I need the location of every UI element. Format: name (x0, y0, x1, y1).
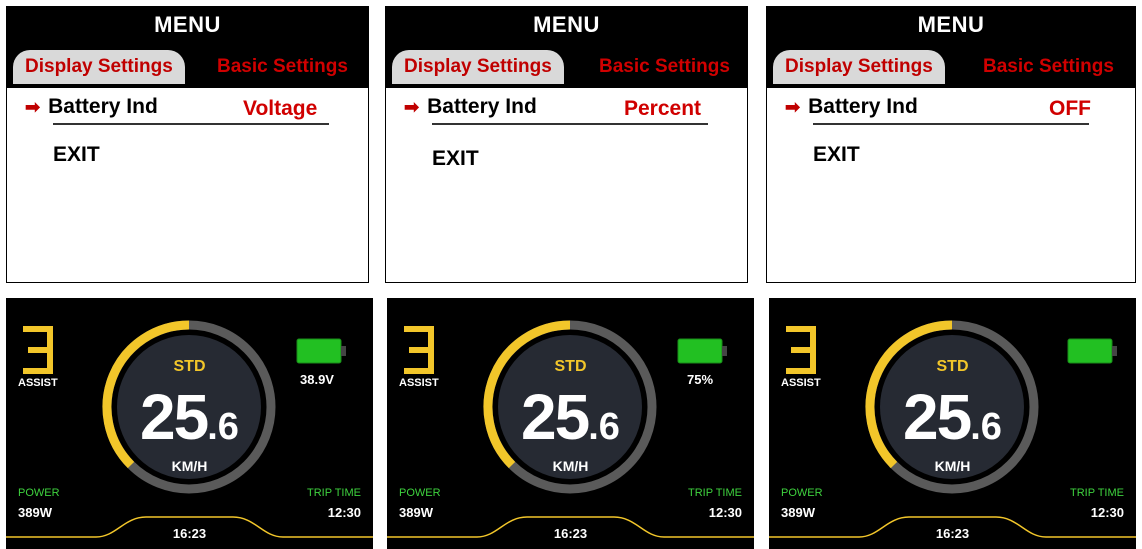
right-arrow-icon: ➡ (785, 97, 801, 117)
power-label: POWER (399, 487, 441, 499)
menu-title: MENU (917, 12, 985, 37)
battery-value: 38.9V (300, 372, 334, 387)
battery-ind-label: Battery Ind (808, 95, 918, 118)
battery-icon (1067, 338, 1117, 364)
battery-ind-label: Battery Ind (48, 95, 158, 118)
tab-display-settings[interactable]: Display Settings (392, 50, 564, 84)
power-label: POWER (781, 487, 823, 499)
row-divider (813, 123, 1089, 125)
speed-integer: 25 (140, 381, 209, 453)
dashboard-voltage: ASSIST STD 25.6 KM/H 38.9V POWER 389W TR… (6, 298, 373, 549)
clock: 16:23 (172, 526, 207, 541)
speed-unit: KM/H (552, 458, 589, 474)
row-divider (53, 123, 329, 125)
tab-display-settings[interactable]: Display Settings (13, 50, 185, 84)
tab-basic-settings[interactable]: Basic Settings (599, 50, 730, 84)
menu-item-battery-ind[interactable]: ➡ Battery Ind (404, 95, 537, 119)
speed-decimal: .6 (970, 406, 1002, 448)
speed-integer: 25 (521, 381, 590, 453)
menu-panel-off: MENU Display Settings Basic Settings ➡ Ba… (766, 6, 1136, 283)
tab-display-settings[interactable]: Display Settings (773, 50, 945, 84)
tab-basic-settings[interactable]: Basic Settings (983, 50, 1114, 84)
speed-integer: 25 (903, 381, 972, 453)
speed-decimal: .6 (207, 406, 239, 448)
dashboard-off: ASSIST STD 25.6 KM/H POWER 389W TRIP TIM… (769, 298, 1136, 549)
battery-icon (296, 338, 346, 364)
trip-time-label: TRIP TIME (307, 487, 361, 499)
menu-item-exit[interactable]: EXIT (432, 147, 479, 171)
menu-item-exit[interactable]: EXIT (813, 143, 860, 167)
speed-readout: 25.6 (769, 380, 1136, 454)
right-arrow-icon: ➡ (25, 97, 41, 117)
battery-ind-value[interactable]: OFF (1049, 97, 1091, 121)
speed-readout: 25.6 (387, 380, 754, 454)
menu-item-battery-ind[interactable]: ➡ Battery Ind (25, 95, 158, 119)
tab-basic-settings[interactable]: Basic Settings (217, 50, 348, 84)
battery-ind-label: Battery Ind (427, 95, 537, 118)
power-label: POWER (18, 487, 60, 499)
clock: 16:23 (935, 526, 970, 541)
dashboard-percent: ASSIST STD 25.6 KM/H 75% POWER 389W TRIP… (387, 298, 754, 549)
speed-decimal: .6 (588, 406, 620, 448)
menu-panel-voltage: MENU Display Settings Basic Settings ➡ Ba… (6, 6, 369, 283)
battery-ind-value[interactable]: Percent (624, 97, 701, 121)
right-arrow-icon: ➡ (404, 97, 420, 117)
battery-value: 75% (687, 372, 714, 387)
row-divider (432, 123, 708, 125)
trip-time-label: TRIP TIME (1070, 487, 1124, 499)
speed-readout: 25.6 (6, 380, 373, 454)
menu-title: MENU (533, 12, 600, 37)
menu-title: MENU (154, 12, 221, 37)
menu-panel-percent: MENU Display Settings Basic Settings ➡ Ba… (385, 6, 748, 283)
menu-header: MENU Display Settings Basic Settings (767, 7, 1135, 88)
menu-item-battery-ind[interactable]: ➡ Battery Ind (785, 95, 918, 119)
menu-header: MENU Display Settings Basic Settings (7, 7, 368, 88)
trip-time-label: TRIP TIME (688, 487, 742, 499)
speed-unit: KM/H (171, 458, 208, 474)
speed-unit: KM/H (934, 458, 971, 474)
menu-header: MENU Display Settings Basic Settings (386, 7, 747, 88)
menu-item-exit[interactable]: EXIT (53, 143, 100, 167)
battery-icon (677, 338, 727, 364)
clock: 16:23 (553, 526, 588, 541)
battery-ind-value[interactable]: Voltage (243, 97, 317, 121)
